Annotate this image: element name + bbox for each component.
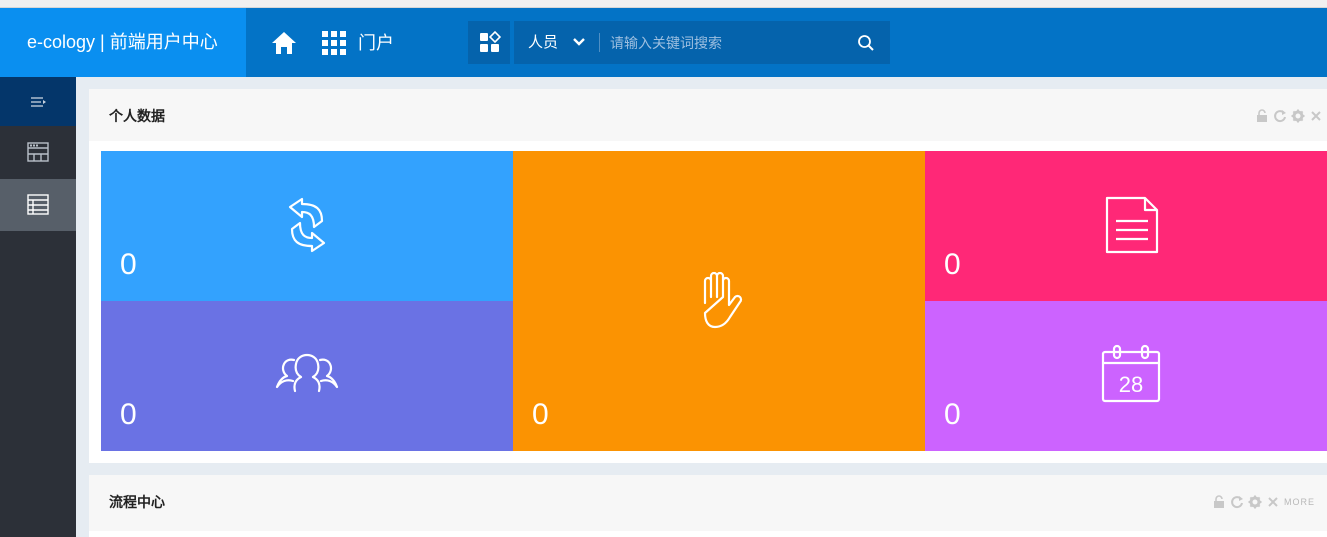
table-icon xyxy=(27,194,49,215)
top-header: e-cology | 前端用户中心 门户 人员 xyxy=(0,8,1327,77)
lock-icon[interactable] xyxy=(1255,109,1269,123)
search-category-button[interactable] xyxy=(468,21,510,64)
document-icon xyxy=(1105,196,1159,254)
sync-arrows-icon xyxy=(288,197,326,253)
more-link[interactable]: MORE xyxy=(1284,497,1315,507)
tile-workflow-transfer[interactable]: 0 xyxy=(101,151,513,301)
panel-title: 个人数据 xyxy=(109,108,165,124)
layout-grid-icon xyxy=(27,142,49,162)
refresh-icon[interactable] xyxy=(1273,109,1287,123)
sidebar-item-portal-layout[interactable] xyxy=(0,127,76,179)
tile-value: 0 xyxy=(120,248,137,281)
panel-tools xyxy=(1255,108,1323,124)
search-input[interactable] xyxy=(604,27,844,58)
personal-data-panel: 个人数据 0 0 0 0 28 0 xyxy=(89,89,1327,463)
apps-shapes-icon xyxy=(480,30,502,52)
sidebar-toggle-button[interactable] xyxy=(0,77,76,126)
calendar-icon: 28 xyxy=(1101,344,1161,403)
home-icon[interactable] xyxy=(270,30,298,56)
panel-header: 个人数据 xyxy=(89,89,1327,141)
tile-value: 0 xyxy=(944,398,961,431)
calendar-day-text: 28 xyxy=(1119,372,1143,397)
search-type-select[interactable]: 人员 xyxy=(528,21,558,64)
sidebar-item-data-table[interactable] xyxy=(0,179,76,231)
people-group-icon xyxy=(275,353,339,393)
panel-tools: MORE xyxy=(1212,494,1315,510)
close-icon[interactable] xyxy=(1309,109,1323,123)
tile-value: 0 xyxy=(532,398,549,431)
tile-documents[interactable]: 0 xyxy=(925,151,1327,301)
global-search: 人员 xyxy=(514,21,890,64)
tile-calendar[interactable]: 28 0 xyxy=(925,301,1327,451)
lock-icon[interactable] xyxy=(1212,495,1226,509)
close-icon[interactable] xyxy=(1266,495,1280,509)
hand-icon xyxy=(703,271,743,329)
refresh-icon[interactable] xyxy=(1230,495,1244,509)
panel-title: 流程中心 xyxy=(109,494,165,510)
search-divider xyxy=(599,33,600,52)
tile-collaboration[interactable]: 0 xyxy=(101,301,513,451)
gear-icon[interactable] xyxy=(1291,109,1305,123)
collapse-menu-icon xyxy=(31,97,46,107)
tile-pending-approval[interactable]: 0 xyxy=(513,151,925,451)
tile-value: 0 xyxy=(944,248,961,281)
panel-header: 流程中心 MORE xyxy=(89,475,1327,531)
apps-grid-icon[interactable] xyxy=(320,29,348,57)
portal-menu-label[interactable]: 门户 xyxy=(358,30,394,56)
workflow-center-panel: 流程中心 MORE xyxy=(89,475,1327,537)
gear-icon[interactable] xyxy=(1248,495,1262,509)
brand-title[interactable]: e-cology | 前端用户中心 xyxy=(0,8,246,77)
tile-value: 0 xyxy=(120,398,137,431)
chevron-down-icon[interactable] xyxy=(572,35,586,49)
left-sidebar xyxy=(0,77,76,537)
search-icon[interactable] xyxy=(856,33,876,53)
browser-top-strip xyxy=(0,0,1327,8)
